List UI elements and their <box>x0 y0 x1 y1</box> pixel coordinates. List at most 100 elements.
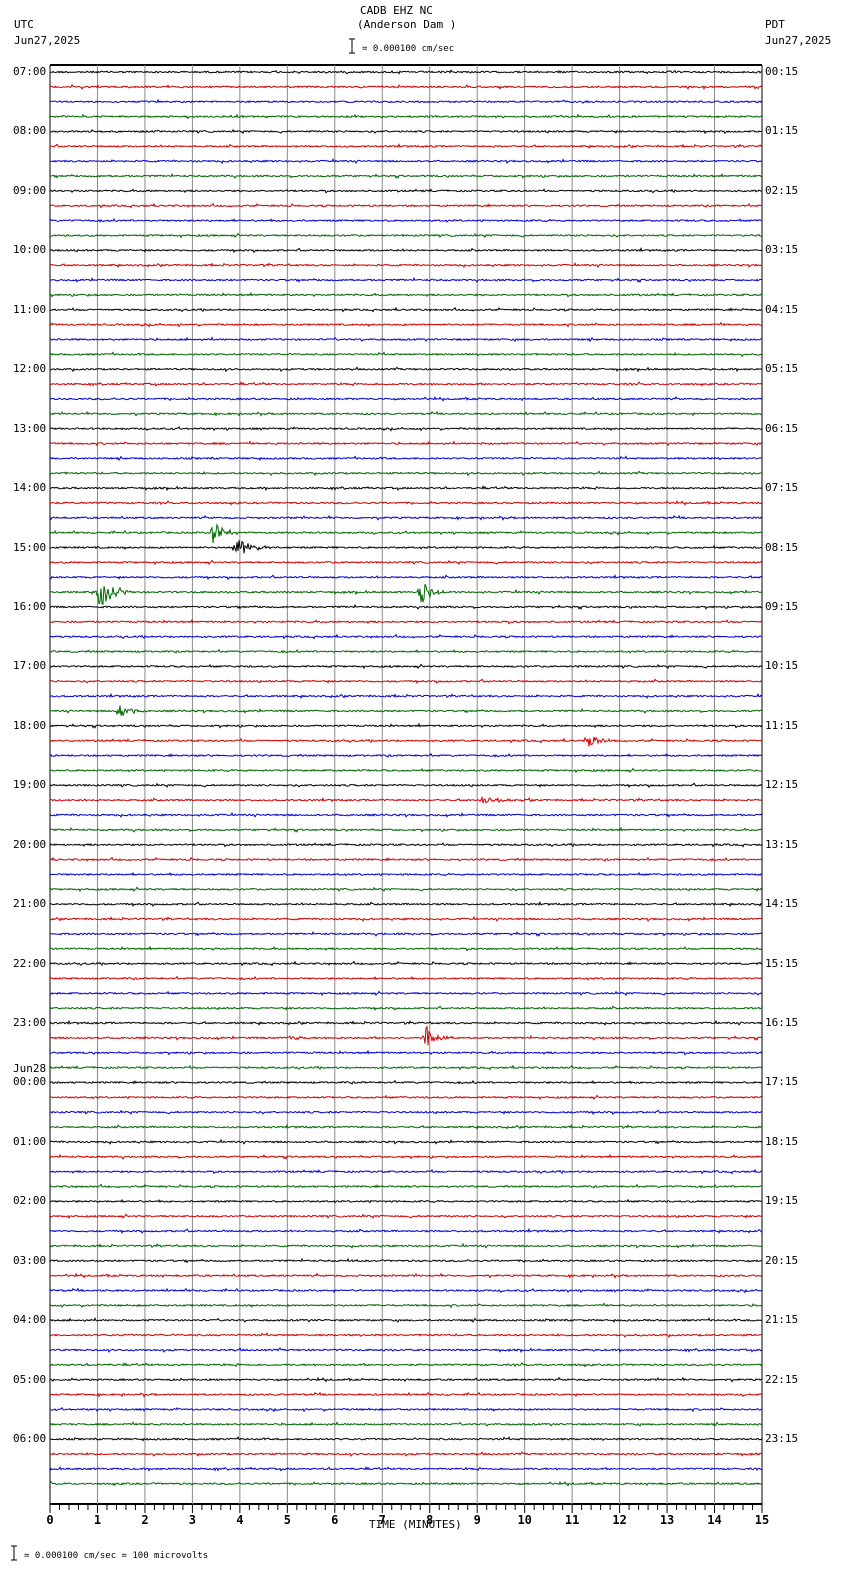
traces <box>49 69 763 1487</box>
utc-hour-label: 00:00 <box>13 1075 47 1089</box>
pdt-hour-label: 21:15 <box>765 1313 799 1327</box>
trace-83 <box>49 1302 763 1309</box>
trace-38 <box>49 633 763 640</box>
trace-52 <box>49 841 763 848</box>
pdt-hour-label: 14:15 <box>765 897 799 911</box>
scale-bar-icon <box>349 38 355 54</box>
trace-16 <box>49 306 763 313</box>
x-tick-label: 10 <box>517 1513 531 1527</box>
trace-25 <box>49 440 763 447</box>
trace-78 <box>49 1227 763 1234</box>
trace-75 <box>49 1183 762 1189</box>
pdt-hour-label: 00:15 <box>765 65 799 78</box>
pdt-hour-label: 01:15 <box>765 124 799 138</box>
trace-20 <box>50 366 763 373</box>
trace-81 <box>49 1272 763 1279</box>
trace-61 <box>49 975 763 981</box>
trace-24 <box>49 426 763 432</box>
x-tick-label: 3 <box>189 1513 196 1527</box>
trace-49 <box>49 795 763 804</box>
trace-12 <box>49 246 763 254</box>
trace-21 <box>49 381 763 387</box>
trace-68 <box>50 1079 763 1085</box>
pdt-hour-label: 09:15 <box>765 599 799 613</box>
pdt-hour-label: 05:15 <box>765 362 799 376</box>
x-tick-label: 8 <box>426 1513 433 1527</box>
utc-hour-label: 13:00 <box>13 421 47 435</box>
x-tick-label: 14 <box>707 1513 721 1527</box>
trace-40 <box>49 663 763 670</box>
pdt-hour-label: 06:15 <box>765 421 799 435</box>
seismogram-plot: 0 1 2 3 4 5 6 7 8 9 10 11 12 13 14 15 <box>11 38 769 1561</box>
x-tick-label: 13 <box>660 1513 674 1527</box>
utc-hour-label: 18:00 <box>13 718 47 732</box>
utc-hour-label: 17:00 <box>13 659 47 673</box>
x-tick-label: 7 <box>379 1513 386 1527</box>
pdt-hour-label: 13:15 <box>765 837 799 851</box>
pdt-hour-label: 08:15 <box>765 540 799 554</box>
utc-hour-label: 09:00 <box>13 183 47 197</box>
trace-55 <box>49 886 763 893</box>
trace-71 <box>49 1123 763 1130</box>
x-axis: 0 1 2 3 4 5 6 7 8 9 10 11 12 13 14 15 <box>46 1504 769 1527</box>
utc-hour-label: 23:00 <box>13 1016 47 1030</box>
utc-hour-label: 06:00 <box>13 1432 47 1446</box>
utc-hour-label: 14:00 <box>13 481 47 495</box>
trace-5 <box>50 142 763 150</box>
trace-19 <box>49 351 763 358</box>
trace-35 <box>49 584 763 605</box>
trace-87 <box>49 1361 763 1368</box>
trace-9 <box>49 202 763 209</box>
utc-hour-label: 16:00 <box>13 599 47 613</box>
utc-hour-label: 11:00 <box>13 302 47 316</box>
trace-36 <box>49 603 763 611</box>
trace-80 <box>49 1257 763 1264</box>
x-tick-label: 11 <box>565 1513 579 1527</box>
trace-0 <box>50 69 763 75</box>
trace-66 <box>49 1049 763 1056</box>
pdt-hour-label: 12:15 <box>765 778 799 792</box>
pdt-hour-label: 11:15 <box>765 718 799 732</box>
trace-3 <box>49 113 763 120</box>
trace-2 <box>49 98 763 104</box>
trace-63 <box>49 1005 763 1012</box>
trace-41 <box>49 678 763 685</box>
trace-76 <box>49 1198 763 1204</box>
trace-74 <box>49 1168 763 1175</box>
trace-46 <box>49 752 763 758</box>
trace-29 <box>49 499 763 506</box>
pdt-hour-label: 03:15 <box>765 243 799 257</box>
trace-45 <box>49 736 763 747</box>
trace-11 <box>49 232 763 239</box>
trace-15 <box>49 291 763 298</box>
x-tick-label: 15 <box>755 1513 769 1527</box>
utc-hour-label: 05:00 <box>13 1372 47 1386</box>
pdt-hour-label: 15:15 <box>765 956 799 970</box>
x-tick-label: 2 <box>141 1513 148 1527</box>
trace-27 <box>49 470 763 477</box>
utc-hour-label: 04:00 <box>13 1313 47 1327</box>
trace-85 <box>49 1332 763 1338</box>
pdt-hour-label: 22:15 <box>765 1372 799 1386</box>
trace-82 <box>49 1287 762 1294</box>
x-tick-label: 1 <box>94 1513 101 1527</box>
trace-95 <box>49 1480 763 1487</box>
x-tick-label: 0 <box>46 1513 53 1527</box>
trace-4 <box>49 128 763 135</box>
trace-57 <box>49 915 763 922</box>
utc-date-label: Jun28 <box>13 1062 47 1076</box>
pdt-hour-label: 23:15 <box>765 1432 799 1446</box>
trace-69 <box>49 1094 763 1101</box>
trace-51 <box>49 826 763 833</box>
trace-26 <box>49 455 763 462</box>
trace-22 <box>49 395 763 402</box>
trace-1 <box>49 83 763 91</box>
trace-92 <box>49 1436 763 1442</box>
trace-65 <box>49 1025 763 1046</box>
x-tick-label: 9 <box>474 1513 481 1527</box>
trace-17 <box>49 321 763 328</box>
trace-48 <box>49 782 763 789</box>
trace-84 <box>49 1317 763 1323</box>
pdt-hour-label: 18:15 <box>765 1134 799 1148</box>
utc-hour-label: 07:00 <box>13 65 47 78</box>
